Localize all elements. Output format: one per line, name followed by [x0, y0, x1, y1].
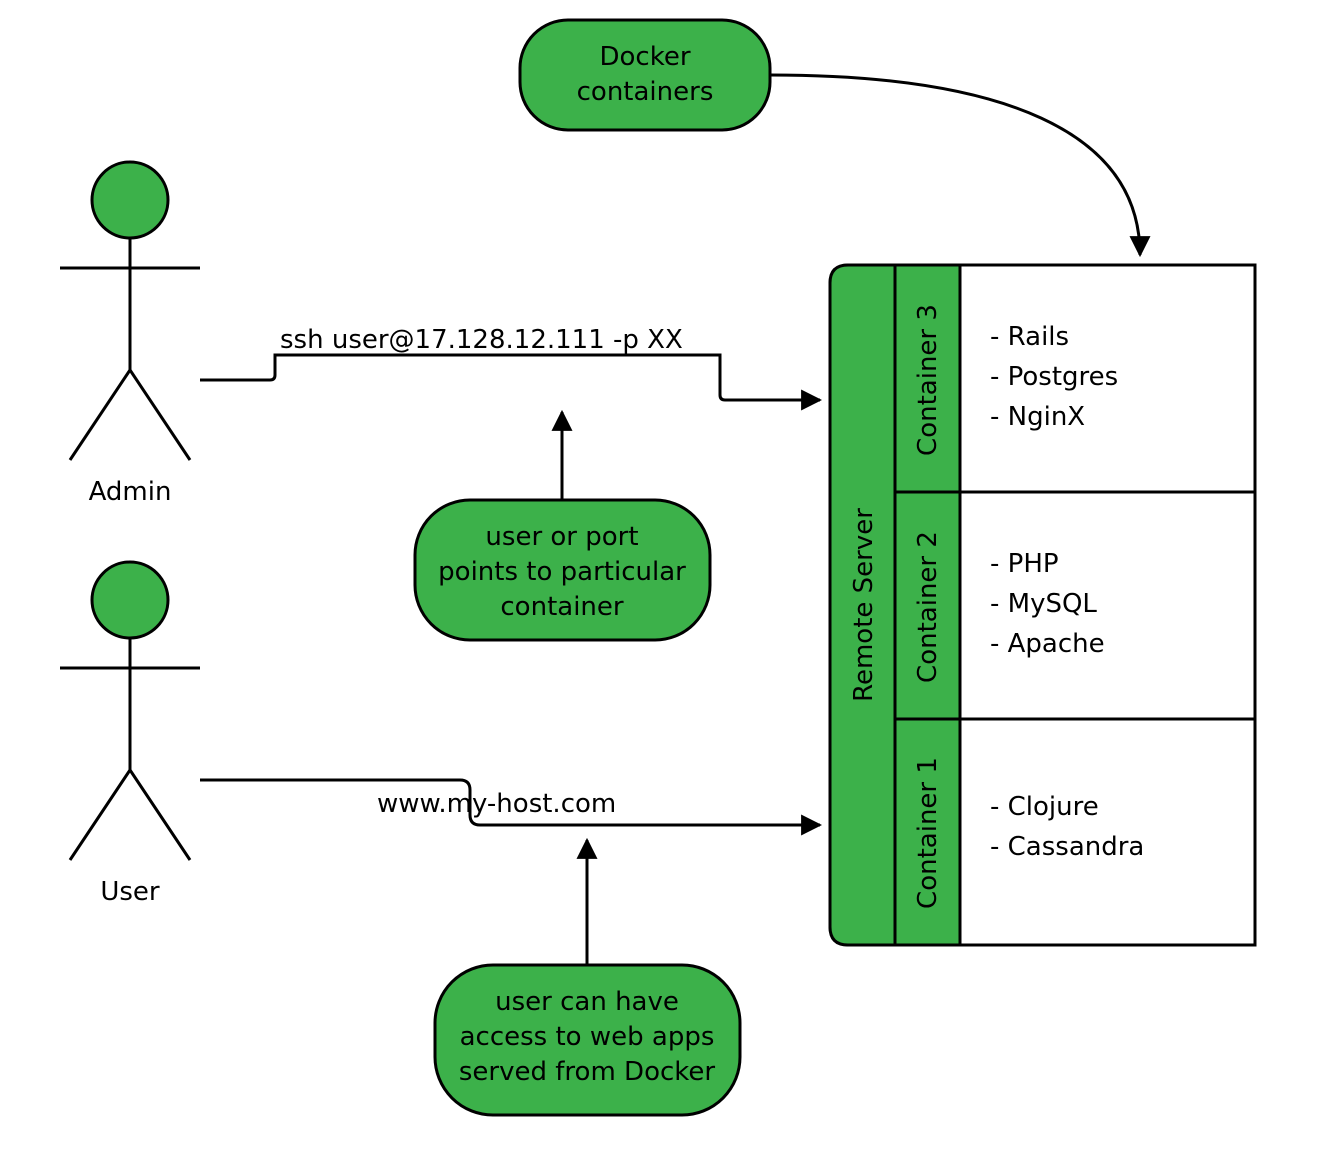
note-port-line3: container: [500, 592, 624, 622]
actor-admin-label: Admin: [89, 477, 172, 507]
container-1-item-1: - Cassandra: [990, 832, 1144, 862]
note-docker-line2: containers: [577, 77, 714, 107]
actor-user: User: [60, 562, 200, 907]
remote-server-label: Remote Server: [849, 508, 879, 702]
arrow-docker-to-server: [770, 75, 1140, 255]
arrow-ssh: ssh user@17.128.12.111 -p XX: [200, 325, 820, 400]
container-1-item-0: - Clojure: [990, 792, 1099, 822]
container-2: Container 2 - PHP - MySQL - Apache: [895, 492, 1255, 719]
actor-user-label: User: [100, 877, 160, 907]
container-2-label: Container 2: [913, 531, 943, 683]
actor-user-leg-right: [130, 770, 190, 860]
arrow-ssh-label: ssh user@17.128.12.111 -p XX: [280, 325, 683, 355]
note-docker-shape: [520, 20, 770, 130]
container-3-label: Container 3: [913, 304, 943, 456]
actor-user-head-icon: [92, 562, 168, 638]
actor-admin: Admin: [60, 162, 200, 507]
note-docker-containers: Docker containers: [520, 20, 770, 130]
actor-admin-leg-right: [130, 370, 190, 460]
note-port-line2: points to particular: [438, 557, 686, 587]
note-port: user or port points to particular contai…: [415, 500, 710, 640]
container-3: Container 3 - Rails - Postgres - NginX: [895, 265, 1255, 492]
container-2-item-0: - PHP: [990, 549, 1059, 579]
container-1-label: Container 1: [913, 757, 943, 909]
note-webapps-line2: access to web apps: [460, 1022, 715, 1052]
note-webapps: user can have access to web apps served …: [435, 965, 740, 1115]
container-1: Container 1 - Clojure - Cassandra: [895, 719, 1255, 945]
actor-user-leg-left: [70, 770, 130, 860]
arrow-http-label: www.my-host.com: [377, 789, 616, 819]
remote-server: Remote Server Container 3 - Rails - Post…: [830, 265, 1255, 945]
actor-admin-leg-left: [70, 370, 130, 460]
actor-admin-head-icon: [92, 162, 168, 238]
container-3-item-0: - Rails: [990, 322, 1069, 352]
note-docker-line1: Docker: [599, 42, 690, 72]
note-webapps-line3: served from Docker: [459, 1057, 716, 1087]
container-2-item-2: - Apache: [990, 629, 1105, 659]
arrow-http: www.my-host.com: [200, 780, 820, 825]
arrow-ssh-path: [200, 355, 820, 400]
container-3-item-2: - NginX: [990, 402, 1085, 432]
container-2-item-1: - MySQL: [990, 589, 1097, 619]
note-webapps-line1: user can have: [495, 987, 679, 1017]
note-port-line1: user or port: [485, 522, 638, 552]
container-3-item-1: - Postgres: [990, 362, 1118, 392]
